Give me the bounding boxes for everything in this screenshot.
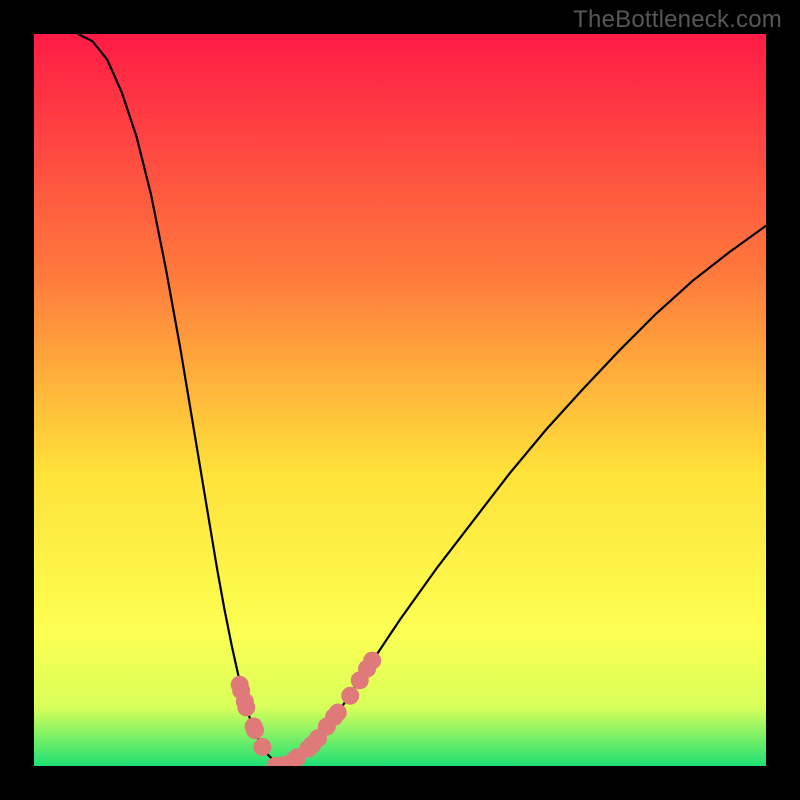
gradient-backdrop [34,34,766,766]
data-marker [341,687,359,705]
data-marker [245,717,263,735]
chart-frame: TheBottleneck.com [0,0,800,800]
plot-svg [34,34,766,766]
data-marker [231,676,249,694]
plot-area [34,34,766,766]
data-marker [253,738,271,756]
data-marker [363,652,381,670]
watermark-text: TheBottleneck.com [573,6,782,34]
data-marker [329,704,347,722]
